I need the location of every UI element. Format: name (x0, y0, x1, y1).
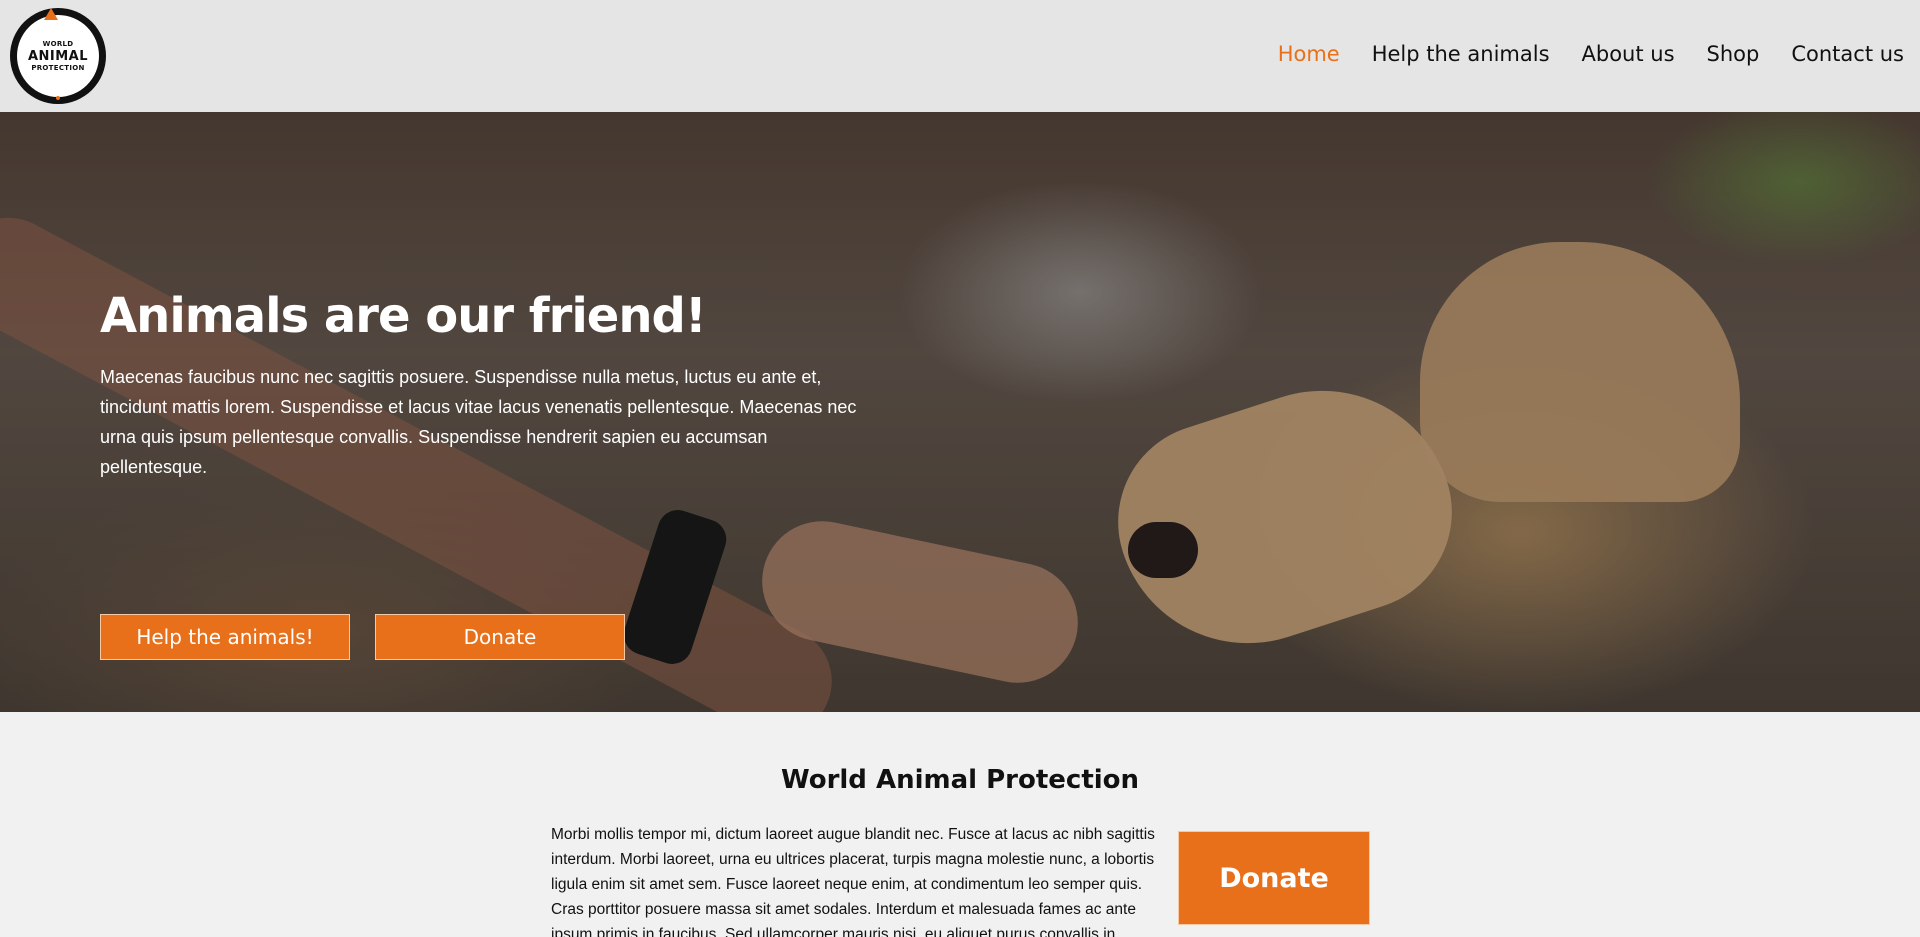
logo-badge: WORLD ANIMAL PROTECTION (17, 15, 99, 97)
logo-text-protection: PROTECTION (31, 63, 85, 72)
site-logo[interactable]: WORLD ANIMAL PROTECTION (10, 8, 106, 104)
hero-donate-button[interactable]: Donate (375, 614, 625, 660)
donate-button[interactable]: Donate (1178, 831, 1370, 925)
hero-description: Maecenas faucibus nunc nec sagittis posu… (100, 367, 857, 477)
logo-text-world: WORLD (42, 39, 74, 48)
nav-item-shop[interactable]: Shop (1707, 42, 1760, 66)
main-nav: Home Help the animals About us Shop Cont… (1246, 42, 1904, 66)
hero-title: Animals are our friend! (100, 288, 707, 344)
about-text: Morbi mollis tempor mi, dictum laoreet a… (551, 826, 1155, 937)
nav-item-contact-us[interactable]: Contact us (1791, 42, 1904, 66)
hero-banner: Animals are our friend! Maecenas faucibu… (0, 112, 1920, 712)
logo-triangle-icon (44, 8, 58, 20)
hero-buttons: Help the animals! Donate (100, 614, 625, 660)
nav-item-about-us[interactable]: About us (1582, 42, 1675, 66)
site-header: WORLD ANIMAL PROTECTION Home Help the an… (0, 0, 1920, 112)
logo-text-animal: ANIMAL (27, 48, 89, 64)
nav-item-home[interactable]: Home (1278, 42, 1340, 66)
logo-dot-icon (56, 96, 60, 100)
hero-content: Animals are our friend! Maecenas faucibu… (100, 288, 860, 660)
nav-item-help-the-animals[interactable]: Help the animals (1372, 42, 1550, 66)
help-the-animals-button[interactable]: Help the animals! (100, 614, 350, 660)
about-title: World Animal Protection (780, 765, 1140, 795)
